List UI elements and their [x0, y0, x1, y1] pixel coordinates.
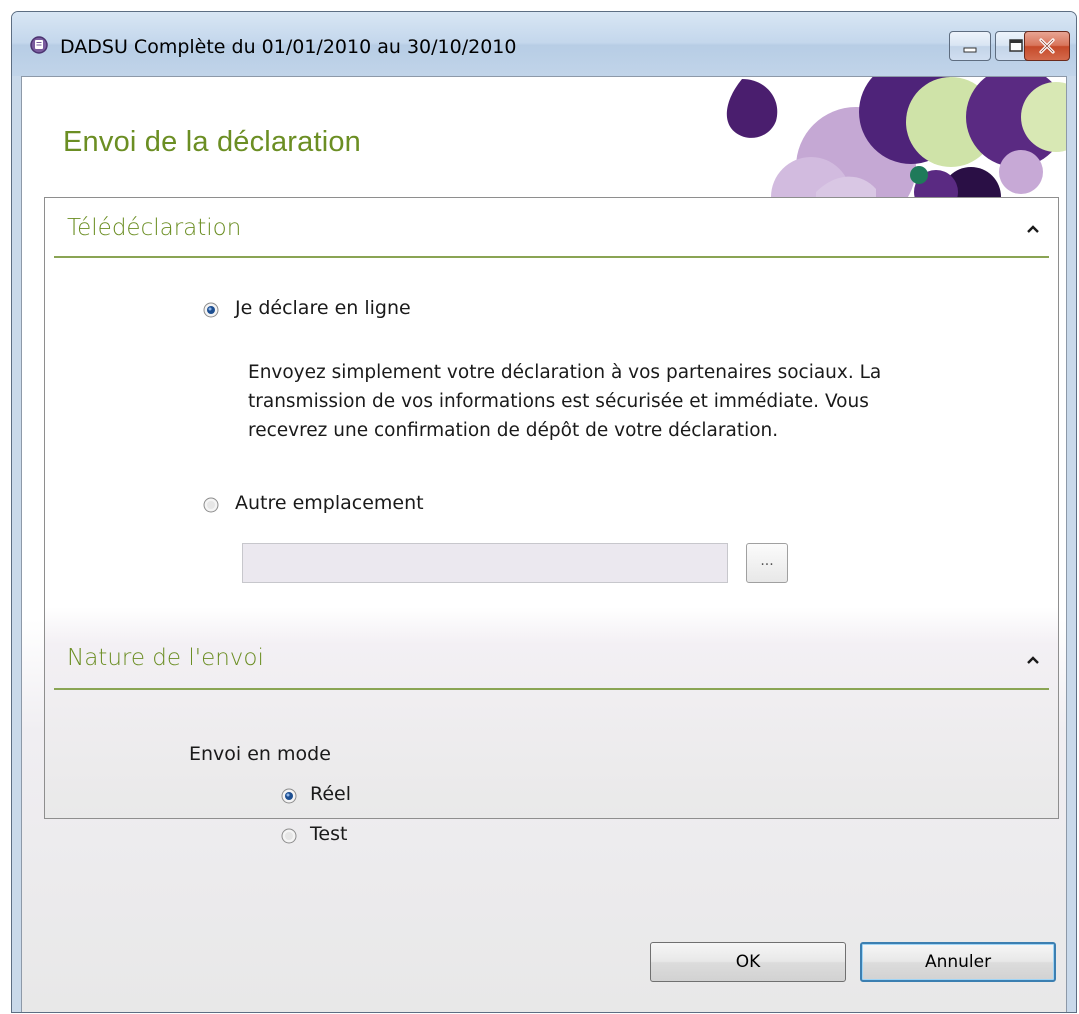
radio-mode-reel-selected[interactable] [281, 788, 297, 804]
chevron-up-icon[interactable] [1026, 653, 1040, 667]
decorative-bubbles-illustration [726, 77, 1066, 197]
app-icon [30, 36, 48, 54]
other-location-path-field[interactable] [242, 543, 728, 583]
close-icon [1039, 38, 1055, 54]
mode-test-label[interactable]: Test [310, 823, 347, 845]
radio-online-selected[interactable] [203, 302, 219, 318]
dialog-window: DADSU Complète du 01/01/2010 au 30/10/20… [11, 11, 1077, 1013]
section-divider [54, 688, 1049, 690]
option-other-label[interactable]: Autre emplacement [235, 492, 424, 514]
radio-mode-test[interactable] [281, 828, 297, 844]
radio-other-location[interactable] [203, 497, 219, 513]
mode-label: Envoi en mode [189, 743, 331, 765]
options-panel: Télédéclaration Je déclare en ligne Envo… [44, 197, 1059, 845]
browse-button[interactable]: ... [746, 543, 788, 583]
page-title: Envoi de la déclaration [63, 126, 362, 158]
dialog-client-area: Envoi de la déclaration Télédéclaration [21, 76, 1067, 1012]
chevron-up-icon[interactable] [1026, 222, 1040, 236]
close-button[interactable] [1024, 31, 1070, 61]
title-bar[interactable]: DADSU Complète du 01/01/2010 au 30/10/20… [12, 12, 1076, 76]
section-divider [54, 256, 1049, 258]
option-online-description: Envoyez simplement votre déclaration à v… [248, 362, 882, 441]
cancel-button[interactable]: Annuler [860, 942, 1056, 982]
ok-button[interactable]: OK [650, 942, 846, 982]
section-title-teledeclaration: Télédéclaration [67, 215, 242, 241]
minimize-icon [963, 47, 977, 53]
section-title-nature: Nature de l'envoi [67, 645, 264, 671]
option-online-label[interactable]: Je déclare en ligne [235, 297, 411, 319]
minimize-button[interactable] [949, 31, 991, 61]
window-title: DADSU Complète du 01/01/2010 au 30/10/20… [60, 36, 517, 58]
mode-reel-label[interactable]: Réel [310, 783, 351, 805]
